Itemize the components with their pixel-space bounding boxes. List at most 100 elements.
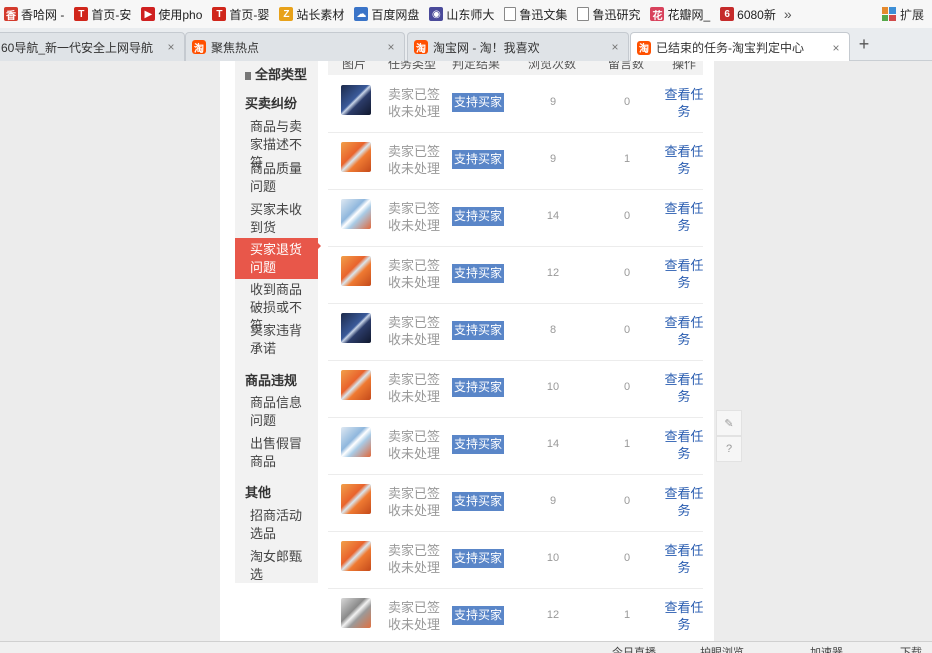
new-tab-button[interactable]: + [854, 33, 874, 55]
bookmark-label: 山东师大 [446, 7, 495, 22]
tab[interactable]: 淘聚焦热点 × [185, 32, 405, 61]
product-thumbnail[interactable] [341, 85, 371, 115]
bookmark-item[interactable]: 香香哈网 - [4, 6, 64, 23]
bookmark-label: 花瓣网_ [667, 7, 711, 22]
product-thumbnail[interactable] [341, 370, 371, 400]
more-bookmarks-icon[interactable]: » [784, 6, 792, 22]
view-task-link[interactable]: 查看任务 [664, 371, 704, 405]
table-row: 卖家已签收未处理 支持买家 10 0 查看任务 [328, 360, 704, 418]
task-type: 卖家已签收未处理 [388, 372, 441, 404]
table-row: 卖家已签收未处理 支持买家 12 1 查看任务 [328, 588, 704, 641]
sidebar-item[interactable]: 淘女郎甄选 [235, 548, 318, 584]
status-item[interactable]: 今日直播 [612, 644, 656, 653]
result-badge: 支持买家 [452, 264, 505, 283]
view-task-link[interactable]: 查看任务 [664, 314, 704, 348]
sidebar-category-title: 买卖纠纷 [245, 96, 298, 111]
category-sidebar: 全部类型 买卖纠纷 商品与卖家描述不符 商品质量问题 买家未收到货 买家退货问题 收到商品破… [235, 61, 318, 583]
status-item[interactable]: 护眼浏览 [700, 644, 744, 653]
view-task-link[interactable]: 查看任务 [664, 428, 704, 462]
sidebar-item[interactable]: 商品信息问题 [235, 394, 318, 430]
tab[interactable]: 60导航_新一代安全上网导航 × [0, 32, 185, 61]
product-thumbnail[interactable] [341, 199, 371, 229]
tab-title: 已结束的任务-淘宝判定中心 [656, 41, 804, 55]
status-item[interactable]: 加速器 [810, 644, 843, 653]
status-item[interactable]: 下载 [900, 644, 922, 653]
view-task-link[interactable]: 查看任务 [664, 599, 704, 633]
edit-icon[interactable]: ✎ [716, 410, 742, 436]
column-header: 任务类型 [388, 61, 437, 71]
bookmark-label: 鲁迅研究 [592, 7, 641, 22]
all-types-link[interactable]: 全部类型 [245, 64, 307, 83]
play-icon: ▶ [141, 7, 156, 21]
taobao-icon: 淘 [192, 40, 206, 55]
view-task-link[interactable]: 查看任务 [664, 257, 704, 291]
bookmark-item[interactable]: ☁ 百度网盘 [354, 6, 419, 23]
column-header: 操作 [672, 61, 697, 71]
view-count: 8 [549, 324, 557, 336]
bookmark-item[interactable]: Z 站长素材 [279, 6, 344, 23]
bookmarks-bar: 香香哈网 - T 首页-安 ▶ 使用pho T 首页-婴 Z 站长素材 ☁ 百度网盘 ◉ 山东师大 鲁迅文… [0, 0, 932, 28]
bookmark-item[interactable]: ▶ 使用pho [141, 6, 202, 23]
sidebar-item[interactable]: 商品质量问题 [235, 160, 318, 196]
bookmark-item[interactable]: 鲁迅文集 [504, 6, 567, 23]
view-count: 14 [546, 438, 560, 450]
message-count: 0 [623, 267, 631, 279]
result-badge: 支持买家 [452, 606, 505, 625]
sidebar-item[interactable]: 出售假冒商品 [235, 435, 318, 471]
view-count: 10 [546, 381, 560, 393]
product-thumbnail[interactable] [341, 484, 371, 514]
active-indicator-arrow [318, 243, 321, 249]
close-icon[interactable]: × [829, 41, 843, 55]
task-type: 卖家已签收未处理 [388, 144, 441, 176]
page-viewport: 全部类型 买卖纠纷 商品与卖家描述不符 商品质量问题 买家未收到货 买家退货问题 收到商品破… [0, 61, 932, 641]
product-thumbnail[interactable] [341, 313, 371, 343]
view-task-link[interactable]: 查看任务 [664, 200, 704, 234]
close-icon[interactable]: × [384, 40, 398, 54]
view-task-link[interactable]: 查看任务 [664, 143, 704, 177]
tasks-table: 图片 任务类型 判定结果 浏览次数 留言数 操作 卖家已签收未处理 支持买家 9 0 查看任务 卖家已… [328, 61, 704, 641]
bookmark-label: 使用pho [158, 7, 203, 22]
bookmark-item[interactable]: 鲁迅研究 [577, 6, 640, 23]
product-thumbnail[interactable] [341, 256, 371, 286]
taobao-icon: 淘 [637, 40, 651, 55]
help-icon[interactable]: ? [716, 436, 742, 462]
product-thumbnail[interactable] [341, 598, 371, 628]
product-thumbnail[interactable] [341, 427, 371, 457]
sidebar-item[interactable]: 招商活动选品 [235, 507, 318, 543]
view-task-link[interactable]: 查看任务 [664, 485, 704, 519]
bookmark-item[interactable]: T 首页-婴 [212, 6, 269, 23]
product-thumbnail[interactable] [341, 142, 371, 172]
view-count: 9 [549, 96, 557, 108]
page-icon [504, 7, 517, 21]
result-badge: 支持买家 [452, 321, 505, 340]
bookmark-item[interactable]: 花花瓣网_ [650, 6, 710, 23]
extensions-button[interactable]: 扩展 [881, 6, 924, 23]
view-task-link[interactable]: 查看任务 [664, 542, 704, 576]
bookmark-item[interactable]: ◉ 山东师大 [429, 6, 494, 23]
product-thumbnail[interactable] [341, 541, 371, 571]
task-type: 卖家已签收未处理 [388, 258, 441, 290]
huaban-icon: 花 [650, 7, 665, 22]
sidebar-item[interactable]: 买家退货问题 [235, 238, 318, 279]
table-row: 卖家已签收未处理 支持买家 9 0 查看任务 [328, 474, 704, 532]
toutiao-icon: T [74, 7, 89, 21]
close-icon[interactable]: × [608, 40, 622, 54]
extensions-icon [881, 7, 896, 21]
page-icon [577, 7, 590, 21]
result-badge: 支持买家 [452, 549, 505, 568]
tab[interactable]: 淘淘宝网 - 淘！我喜欢 × [407, 32, 629, 61]
sidebar-item[interactable]: 卖家违背承诺 [235, 322, 318, 358]
taobao-icon: 淘 [414, 40, 428, 55]
bookmark-item[interactable]: 6 6080新 [720, 6, 776, 23]
bookmark-label: 首页-婴 [229, 7, 270, 22]
view-task-link[interactable]: 查看任务 [664, 86, 704, 120]
table-row: 卖家已签收未处理 支持买家 8 0 查看任务 [328, 303, 704, 361]
bookmark-item[interactable]: T 首页-安 [74, 6, 131, 23]
message-count: 0 [623, 381, 631, 393]
close-icon[interactable]: × [164, 40, 178, 54]
view-count: 12 [546, 267, 560, 279]
message-count: 0 [623, 324, 631, 336]
table-row: 卖家已签收未处理 支持买家 10 0 查看任务 [328, 531, 704, 589]
sidebar-item[interactable]: 买家未收到货 [235, 201, 318, 237]
tab[interactable]: 淘已结束的任务-淘宝判定中心 × [630, 32, 850, 62]
